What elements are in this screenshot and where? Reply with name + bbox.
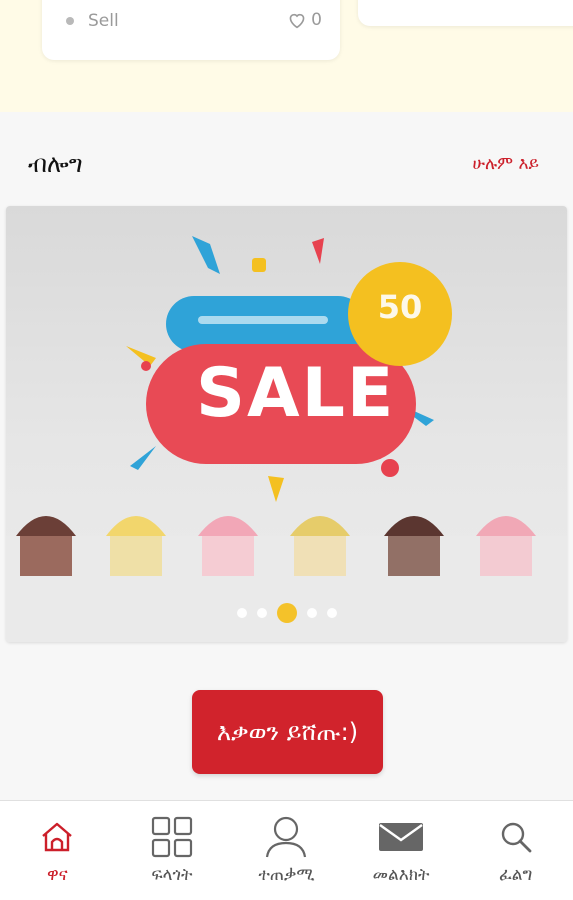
mail-icon: [379, 823, 424, 851]
listing-strip: Sell 0: [0, 0, 573, 112]
heart-icon: [289, 13, 305, 29]
nav-label: መልእክት: [372, 865, 430, 885]
nav-item-categories[interactable]: ፍላጎት: [115, 801, 230, 900]
carousel-dot[interactable]: [236, 608, 247, 618]
search-icon: [501, 822, 532, 853]
carousel-indicators: [0, 603, 573, 623]
sell-item-button[interactable]: እቃወን ይሸጡ:): [192, 690, 383, 774]
carousel-dot-active[interactable]: [276, 603, 297, 623]
nav-item-user[interactable]: ተጠቃሚ: [229, 801, 344, 900]
see-all-link[interactable]: ሁሉም እይ: [472, 154, 539, 174]
listing-card[interactable]: [358, 0, 573, 26]
carousel-dot[interactable]: [326, 608, 337, 618]
like-count: 0: [311, 10, 322, 30]
nav-label: ፈልግ: [498, 865, 533, 885]
blog-banner-carousel[interactable]: 50 SALE: [6, 206, 567, 642]
nav-item-messages[interactable]: መልእክት: [344, 801, 459, 900]
carousel-dot[interactable]: [306, 608, 317, 618]
nav-label: ዋና: [46, 865, 68, 885]
blog-section-header: ብሎግ ሁሉም እይ: [0, 112, 573, 206]
nav-item-search[interactable]: ፈልግ: [458, 801, 573, 900]
nav-label: ተጠቃሚ: [258, 865, 315, 885]
grid-icon: [151, 816, 192, 858]
section-title: ብሎግ: [28, 150, 83, 178]
like-counter[interactable]: 0: [287, 10, 322, 30]
nav-label: ፍላጎት: [151, 865, 193, 885]
user-icon: [266, 816, 307, 858]
carousel-dot[interactable]: [256, 608, 267, 618]
sell-label: Sell: [88, 11, 119, 31]
listing-card[interactable]: Sell 0: [42, 0, 340, 60]
bottom-navigation: ዋና ፍላጎት ተጠቃሚ መልእክት ፈልግ: [0, 800, 573, 900]
svg-text:50: 50: [378, 288, 423, 326]
home-icon: [42, 822, 73, 852]
listing-type: Sell: [66, 11, 119, 31]
sale-text: SALE: [196, 354, 396, 433]
bullet-icon: [66, 17, 74, 25]
nav-item-home[interactable]: ዋና: [0, 801, 115, 900]
